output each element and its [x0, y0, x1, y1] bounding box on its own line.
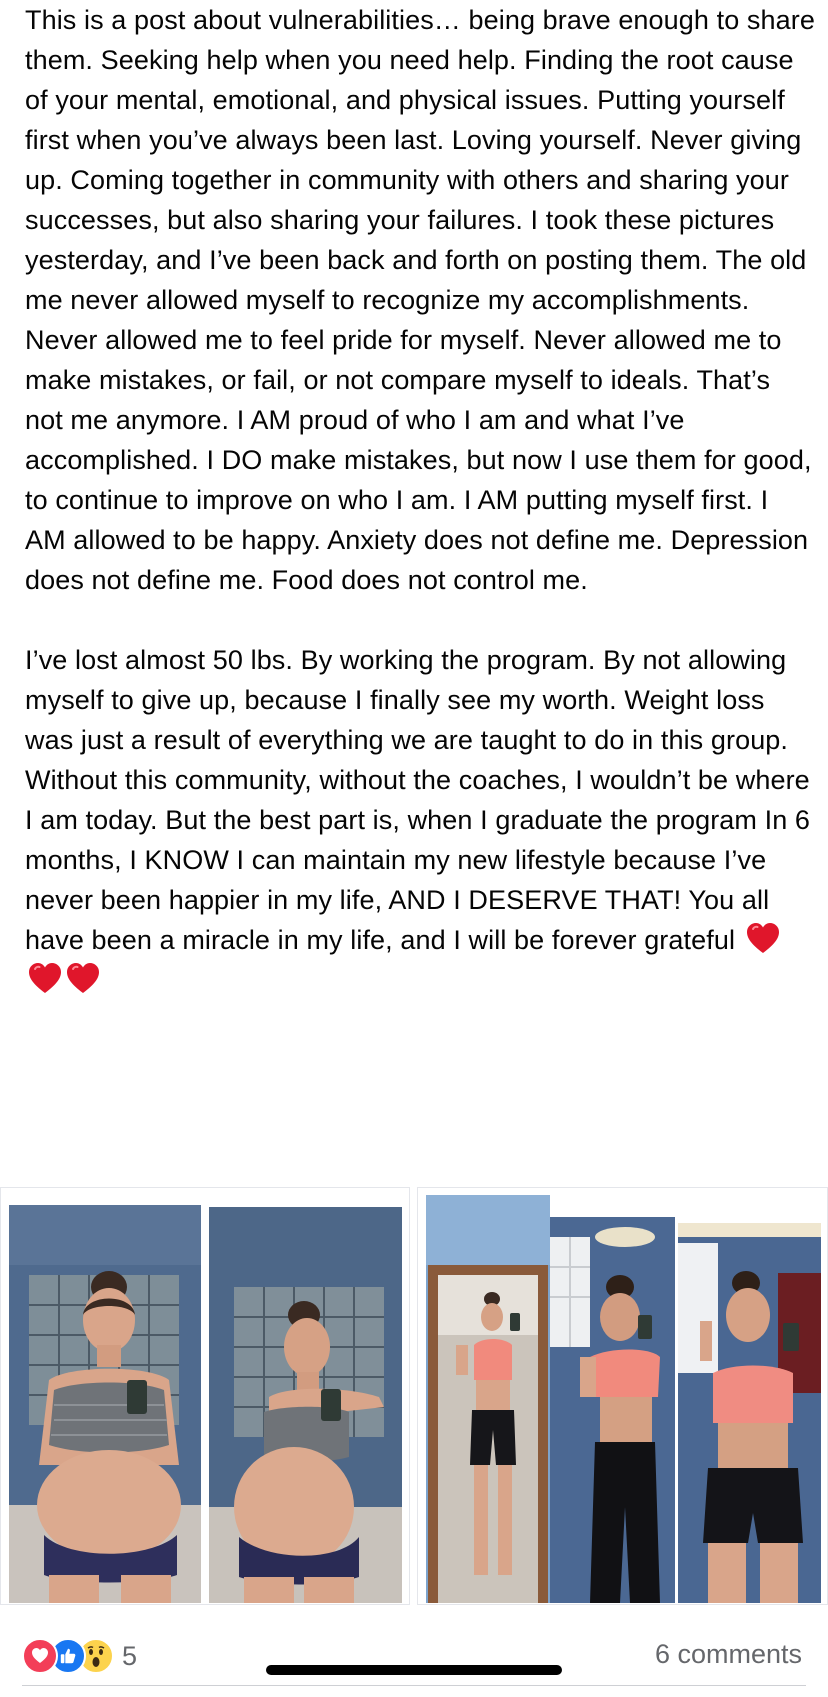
photo-gallery[interactable] [0, 1187, 828, 1605]
after-collage[interactable] [417, 1187, 828, 1605]
after-photo-mirror-full[interactable] [426, 1195, 550, 1603]
home-indicator[interactable] [266, 1665, 562, 1675]
red-heart-icon [67, 963, 99, 993]
love-reaction-icon [22, 1638, 58, 1674]
red-heart-icon [29, 963, 61, 993]
post-paragraph-2: I’ve lost almost 50 lbs. By working the … [25, 640, 815, 1000]
post-footer: 5 6 comments [0, 1605, 828, 1697]
reaction-count: 5 [122, 1640, 138, 1671]
post-paragraph-2-text: I’ve lost almost 50 lbs. By working the … [25, 645, 811, 955]
before-photo-side[interactable] [209, 1207, 402, 1603]
post-paragraph-1: This is a post about vulnerabilities… be… [25, 5, 815, 595]
after-photo-front[interactable] [678, 1223, 821, 1603]
comments-count-link[interactable]: 6 comments [655, 1639, 802, 1670]
before-photo-front[interactable] [9, 1205, 201, 1603]
red-heart-icon [746, 923, 779, 953]
after-photo-side[interactable] [550, 1217, 675, 1603]
post-body: This is a post about vulnerabilities… be… [25, 0, 815, 1000]
before-collage[interactable] [0, 1187, 410, 1605]
footer-divider [22, 1685, 806, 1686]
reactions-summary[interactable]: 5 [22, 1638, 138, 1674]
